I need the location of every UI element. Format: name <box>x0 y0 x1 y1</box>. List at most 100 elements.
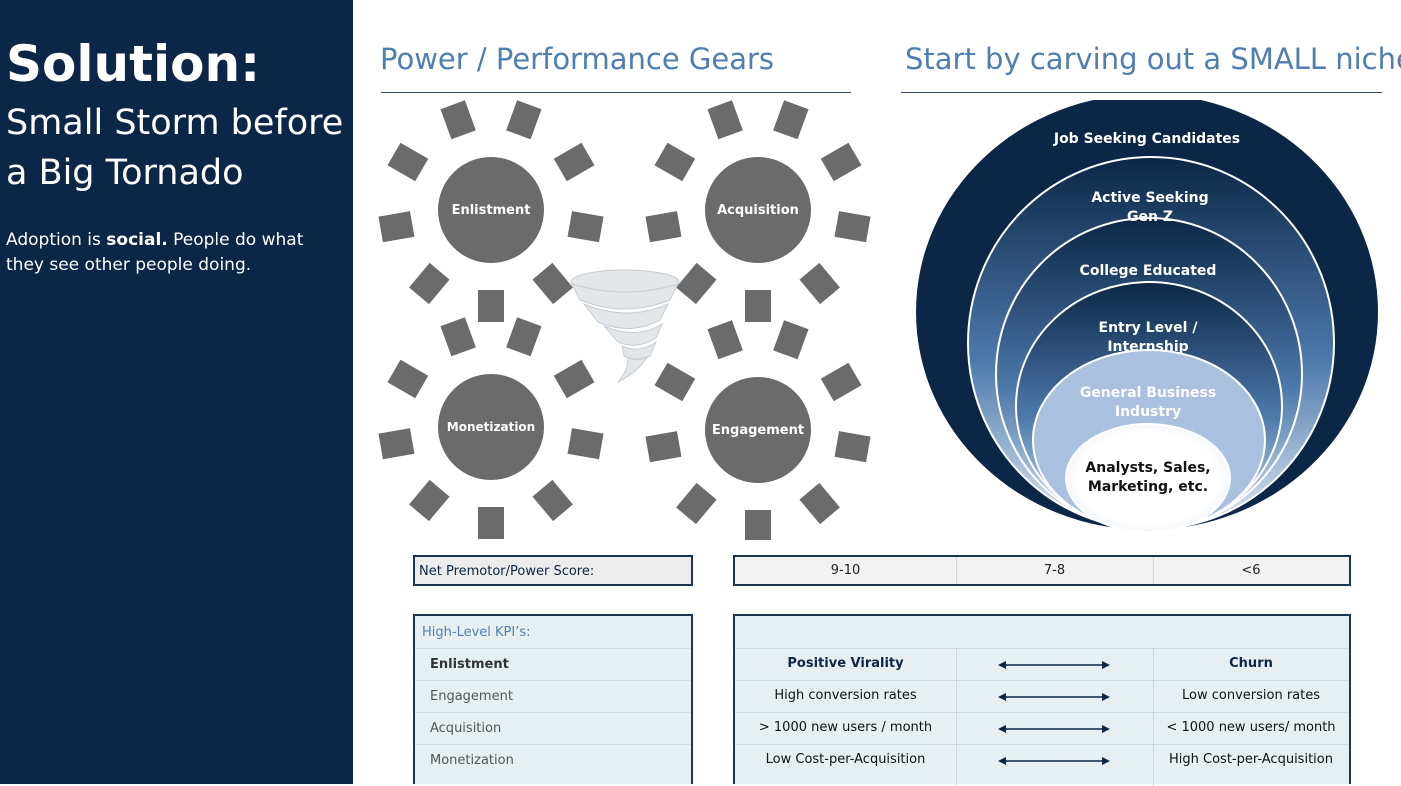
kpi-positive-engagement: High conversion rates <box>774 688 917 703</box>
gear-tooth <box>773 320 809 360</box>
niche-label-2b: Gen Z <box>1127 209 1173 225</box>
body-text-start: Adoption is <box>6 230 107 250</box>
niche-label-1: Job Seeking Candidates <box>1053 131 1240 147</box>
gears-heading-rule <box>381 92 851 93</box>
col-divider <box>956 648 957 786</box>
kpi-positive-enlistment: Positive Virality <box>787 656 904 671</box>
niche-core <box>1065 423 1231 533</box>
kpi-header: High-Level KPI’s: <box>422 625 531 640</box>
gear-tooth <box>676 262 717 305</box>
niche-label-5b: Industry <box>1115 404 1181 420</box>
gear-tooth <box>387 142 429 182</box>
gear-tooth <box>707 100 743 140</box>
gear-engagement: Engagement <box>645 320 871 540</box>
gear-tooth <box>567 428 604 460</box>
niche-label-5a: General Business <box>1080 385 1216 401</box>
niche-label-2a: Active Seeking <box>1091 190 1208 206</box>
niche-target: Job Seeking Candidates Active Seeking Ge… <box>916 100 1378 533</box>
gear-tooth <box>745 290 771 322</box>
gear-tooth <box>645 431 682 463</box>
gear-tooth <box>773 100 809 140</box>
double-arrow-icon <box>998 661 1110 669</box>
gear-tooth <box>645 211 682 243</box>
gear-tooth <box>654 142 696 182</box>
gear-tooth <box>506 317 542 357</box>
gear-tooth <box>820 142 862 182</box>
nps-label-box: Net Premotor/Power Score: <box>413 555 693 586</box>
niche-label-3: College Educated <box>1080 263 1217 279</box>
gear-acquisition: Acquisition <box>645 100 871 322</box>
gear-tooth <box>409 479 450 522</box>
gear-tooth <box>799 262 840 305</box>
gear-tooth <box>440 100 476 140</box>
niche-label-4a: Entry Level / <box>1099 320 1199 336</box>
diagram-canvas: Enlistment Acquisition Monetization Enga… <box>378 100 1378 540</box>
nps-low: <6 <box>1241 563 1261 578</box>
row-divider <box>735 744 1349 745</box>
gear-tooth <box>478 507 504 539</box>
gear-label: Enlistment <box>452 203 531 218</box>
gear-tooth <box>676 482 717 525</box>
niche-label-4b: Internship <box>1107 339 1188 355</box>
tornado-icon <box>570 269 680 383</box>
gear-tooth <box>745 510 771 540</box>
row-divider <box>735 712 1349 713</box>
gear-tooth <box>440 317 476 357</box>
kpi-negative-enlistment: Churn <box>1229 656 1273 671</box>
gear-tooth <box>820 362 862 402</box>
gear-tooth <box>506 100 542 140</box>
gear-label: Monetization <box>447 420 535 434</box>
subtitle-line-1: Small Storm before <box>6 103 344 143</box>
row-divider <box>415 744 691 745</box>
niche-label-6a: Analysts, Sales, <box>1085 460 1210 476</box>
gear-label: Engagement <box>712 423 804 438</box>
gear-tooth <box>834 431 871 463</box>
nps-label: Net Premotor/Power Score: <box>419 564 595 579</box>
row-divider <box>735 648 1349 649</box>
gears-heading: Power / Performance Gears <box>380 42 774 76</box>
gear-tooth <box>707 320 743 360</box>
gear-tooth <box>478 290 504 322</box>
kpi-values-table: Positive Virality Churn High conversion … <box>733 614 1351 786</box>
kpi-name-engagement: Engagement <box>430 689 513 704</box>
body-text-bold: social. <box>106 230 168 250</box>
slide-title: Solution: <box>6 35 261 93</box>
kpi-name-monetization: Monetization <box>430 753 514 768</box>
gear-tooth <box>654 362 696 402</box>
row-divider <box>415 680 691 681</box>
gear-tooth <box>378 211 415 243</box>
sidebar-panel: Solution: Small Storm before a Big Torna… <box>0 0 353 784</box>
kpi-label-table: High-Level KPI’s: Enlistment Engagement … <box>413 614 693 784</box>
niche-heading: Start by carving out a SMALL niche <box>905 42 1401 76</box>
kpi-name-acquisition: Acquisition <box>430 721 502 736</box>
nps-high: 9-10 <box>830 563 861 578</box>
gear-monetization: Monetization <box>378 317 604 539</box>
gear-enlistment: Enlistment <box>378 100 604 322</box>
gear-tooth <box>834 211 871 243</box>
row-divider <box>415 648 691 649</box>
double-arrow-icon <box>998 757 1110 765</box>
gear-tooth <box>532 262 573 305</box>
double-arrow-icon <box>998 693 1110 701</box>
gear-tooth <box>378 428 415 460</box>
niche-heading-rule <box>901 92 1382 93</box>
kpi-negative-acquisition: < 1000 new users/ month <box>1166 720 1336 735</box>
gear-tooth <box>532 479 573 522</box>
row-divider <box>415 712 691 713</box>
gear-tooth <box>799 482 840 525</box>
nps-score-box: 9-10 7-8 <6 <box>733 555 1351 586</box>
gear-label: Acquisition <box>717 203 799 218</box>
kpi-negative-monetization: High Cost-per-Acquisition <box>1169 752 1333 767</box>
row-divider <box>735 680 1349 681</box>
gear-tooth <box>553 359 595 399</box>
slide-subtitle: Small Storm before a Big Tornado <box>6 98 343 198</box>
kpi-positive-monetization: Low Cost-per-Acquisition <box>765 752 926 767</box>
niche-label-6b: Marketing, etc. <box>1088 479 1208 495</box>
gear-tooth <box>567 211 604 243</box>
kpi-negative-engagement: Low conversion rates <box>1182 688 1320 703</box>
kpi-positive-acquisition: > 1000 new users / month <box>758 720 933 735</box>
gear-tooth <box>387 359 429 399</box>
gear-tooth <box>409 262 450 305</box>
double-arrow-icon <box>998 725 1110 733</box>
kpi-name-enlistment: Enlistment <box>430 657 509 672</box>
